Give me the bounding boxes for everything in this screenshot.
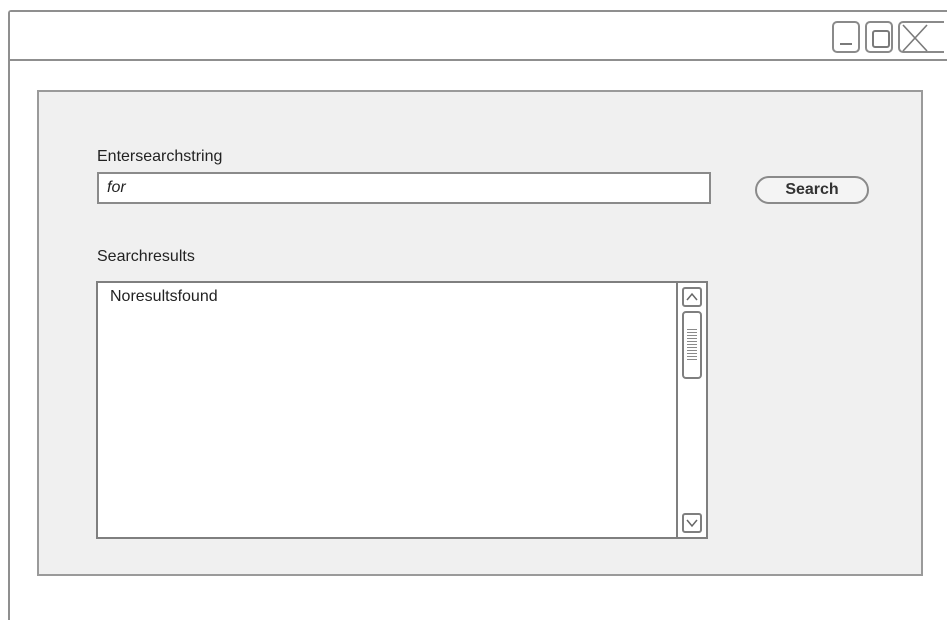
- minimize-button[interactable]: [832, 21, 860, 53]
- search-label: Entersearchstring: [97, 148, 223, 165]
- maximize-icon: [872, 30, 890, 48]
- search-input[interactable]: [97, 172, 711, 204]
- results-list[interactable]: Noresultsfound: [96, 281, 708, 539]
- scroll-down-button[interactable]: [682, 513, 702, 533]
- grip-icon: [687, 329, 697, 361]
- chevron-down-icon: [686, 519, 698, 528]
- scrollbar[interactable]: [676, 283, 706, 537]
- list-item: Noresultsfound: [110, 288, 218, 305]
- title-bar: [10, 12, 947, 61]
- close-icon: [902, 24, 928, 52]
- search-button[interactable]: Search: [755, 176, 869, 204]
- scroll-thumb[interactable]: [682, 311, 702, 379]
- app-window: Entersearchstring Search Searchresults N…: [8, 10, 947, 620]
- scroll-up-button[interactable]: [682, 287, 702, 307]
- close-button[interactable]: [898, 21, 944, 53]
- chevron-up-icon: [686, 292, 698, 301]
- minimize-icon: [840, 43, 852, 45]
- results-label: Searchresults: [97, 248, 195, 265]
- search-panel: Entersearchstring Search Searchresults N…: [37, 90, 923, 576]
- maximize-button[interactable]: [865, 21, 893, 53]
